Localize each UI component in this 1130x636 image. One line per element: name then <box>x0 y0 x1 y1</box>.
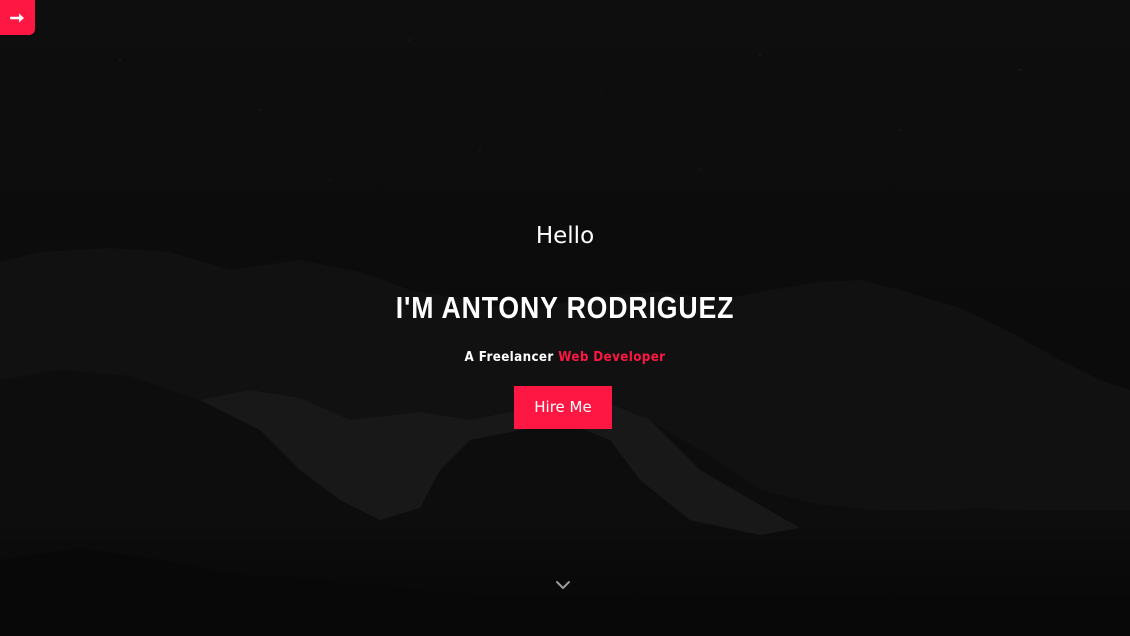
hero-name-heading: I'M ANTONY RODRIGUEZ <box>395 290 735 325</box>
hero-content: Hello I'M ANTONY RODRIGUEZ A Freelancer … <box>0 0 1130 636</box>
hire-me-button[interactable]: Hire Me <box>514 386 612 429</box>
greeting-text: Hello <box>535 223 595 249</box>
hero-section: Hello I'M ANTONY RODRIGUEZ A Freelancer … <box>0 0 1130 636</box>
menu-toggle-button[interactable] <box>0 0 35 35</box>
hero-tagline: A Freelancer Web Developer <box>45 348 1085 368</box>
chevron-down-icon[interactable] <box>553 576 573 594</box>
tagline-prefix: A Freelancer <box>464 350 554 365</box>
arrow-right-icon <box>9 13 24 22</box>
tagline-highlight: Web Developer <box>558 350 666 365</box>
